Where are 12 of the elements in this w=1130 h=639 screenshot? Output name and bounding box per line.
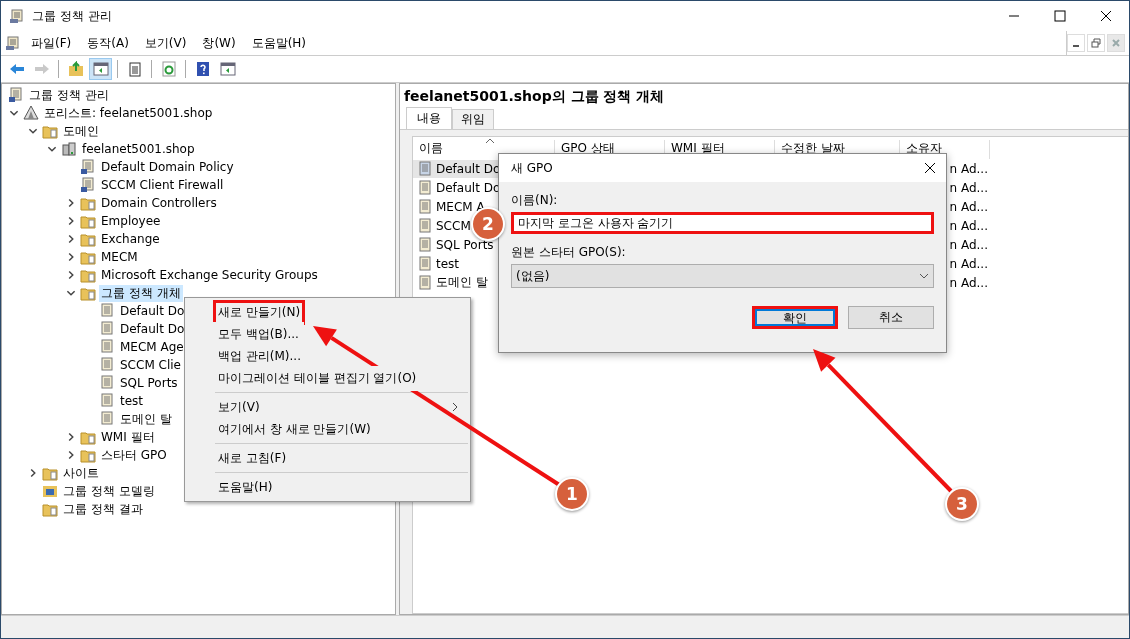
field-label: 이름(N): — [511, 192, 559, 209]
table-cell-text: n Ad... — [948, 217, 989, 235]
dialog-title: 새 GPO — [511, 159, 553, 177]
content-heading: feelanet5001.shop의 그룹 정책 개체 — [400, 84, 1128, 107]
window-title: 그룹 정책 관리 — [32, 7, 112, 25]
field-label: 원본 스타터 GPO(S): — [511, 244, 627, 261]
table-cell-text: n Ad... — [948, 179, 989, 197]
table-cell-text: n Ad... — [948, 236, 989, 254]
table-cell-text: n Ad... — [948, 198, 989, 216]
table-cell-text: n Ad... — [948, 274, 989, 292]
table-cell-text: n Ad... — [948, 255, 989, 273]
table-cell-text: n Ad... — [948, 160, 989, 178]
